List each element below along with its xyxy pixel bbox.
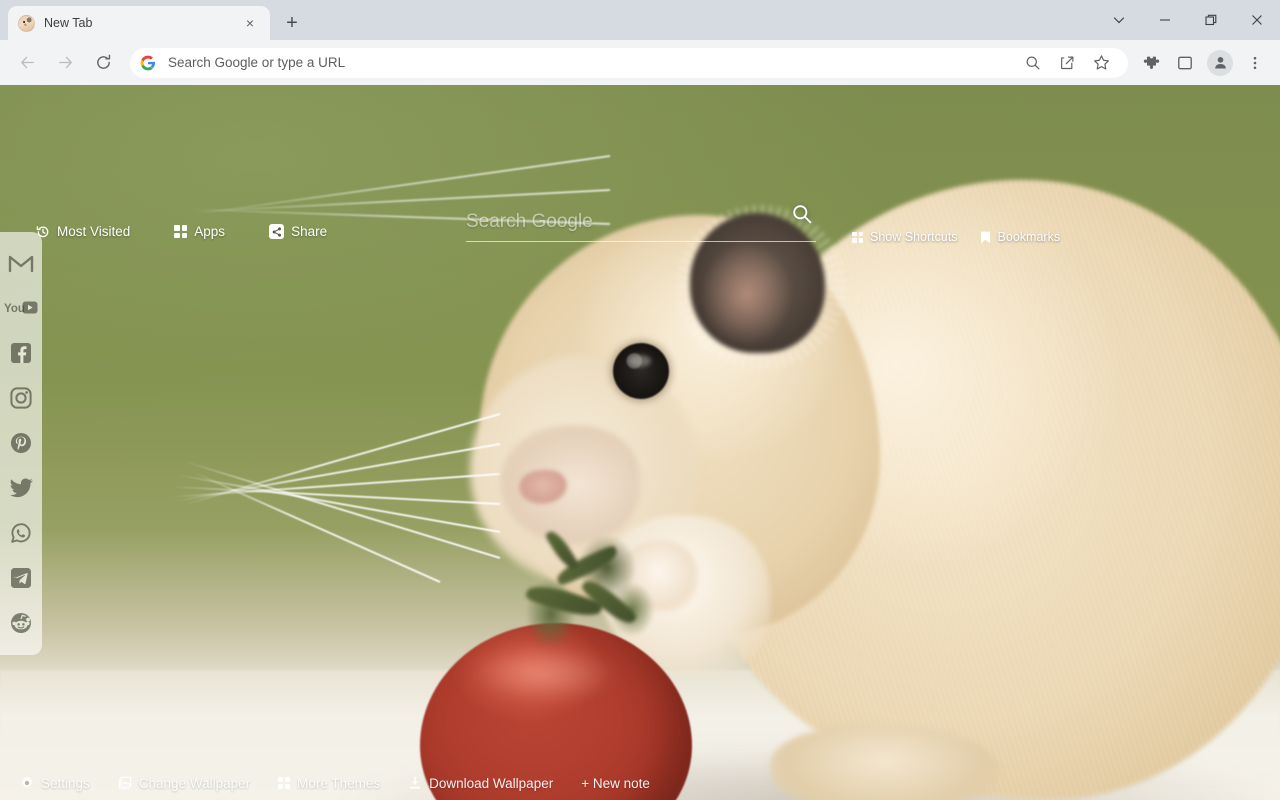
search-icon[interactable] — [1018, 48, 1048, 78]
sidebar-item-instagram[interactable] — [0, 375, 42, 420]
side-panel-icon[interactable] — [1170, 48, 1200, 78]
profile-avatar-icon[interactable] — [1207, 49, 1233, 76]
bottom-link-download-wallpaper[interactable]: Download Wallpaper — [408, 776, 553, 791]
ntp-link-label: Show Shortcuts — [870, 230, 958, 244]
google-g-icon — [140, 55, 156, 70]
bottom-link-more-themes[interactable]: More Themes — [278, 776, 380, 791]
omnibox-actions — [1016, 48, 1118, 78]
ntp-link-label: Most Visited — [57, 224, 131, 239]
wallpaper-image — [0, 85, 1280, 800]
toolbar-right-icons — [1134, 48, 1272, 78]
ntp-link-most-visited[interactable]: Most Visited — [36, 224, 130, 239]
ntp-link-bookmarks[interactable]: Bookmarks — [980, 230, 1061, 244]
grid-apps-icon — [174, 225, 188, 238]
bottom-link-change-wallpaper[interactable]: Change Wallpaper — [118, 776, 250, 791]
grid-icon — [852, 231, 863, 243]
forward-arrow-icon[interactable] — [49, 47, 81, 79]
bottom-link-settings[interactable]: Settings — [20, 776, 90, 791]
bottom-link-label: More Themes — [297, 775, 381, 791]
ntp-bottom-bar: Settings Change Wallpaper More Themes Do… — [0, 766, 1280, 800]
svg-text:You: You — [4, 303, 25, 315]
sidebar-item-telegram[interactable] — [0, 555, 42, 600]
bottom-link-label: Settings — [41, 775, 90, 791]
tab-title: New Tab — [44, 16, 93, 30]
sidebar-item-whatsapp[interactable] — [0, 510, 42, 555]
ntp-top-right-links: Show Shortcuts Bookmarks — [852, 230, 1082, 244]
browser-tab[interactable]: New Tab × — [8, 6, 270, 40]
bookmark-star-icon[interactable] — [1086, 48, 1116, 78]
tomato-highlight — [470, 645, 620, 703]
tab-search-chevron-down-icon[interactable] — [1096, 0, 1142, 40]
close-window-icon[interactable] — [1234, 0, 1280, 40]
browser-window: New Tab × + Search Google or type a URL … — [0, 0, 1280, 800]
new-tab-page: Most Visited Apps Share Search Google Sh… — [0, 85, 1280, 800]
three-dot-menu-icon[interactable] — [1240, 48, 1270, 78]
bottom-link-label: Change Wallpaper — [138, 775, 251, 791]
address-bar[interactable]: Search Google or type a URL — [130, 47, 1128, 78]
sidebar-item-youtube[interactable]: You — [0, 285, 42, 330]
share-icon — [269, 224, 285, 239]
hamster-upper-whiskers — [190, 145, 710, 275]
sidebar-item-reddit[interactable] — [0, 600, 42, 645]
image-icon — [118, 776, 132, 790]
extensions-puzzle-icon[interactable] — [1136, 48, 1166, 78]
bookmark-flag-icon — [980, 231, 991, 244]
ntp-link-label: Share — [291, 224, 328, 239]
address-bar-placeholder: Search Google or type a URL — [168, 55, 346, 70]
tab-strip: New Tab × + — [0, 0, 1280, 40]
close-icon[interactable]: × — [240, 13, 260, 33]
browser-toolbar: Search Google or type a URL — [0, 40, 1280, 85]
back-arrow-icon[interactable] — [11, 47, 43, 79]
ntp-link-apps[interactable]: Apps — [174, 224, 225, 239]
tab-favicon-icon — [18, 14, 35, 32]
new-tab-button[interactable]: + — [278, 9, 306, 37]
window-controls — [1096, 0, 1280, 40]
sidebar-item-facebook[interactable] — [0, 330, 42, 375]
bottom-link-label: Download Wallpaper — [429, 775, 554, 791]
sidebar-item-gmail[interactable] — [0, 240, 42, 285]
tomato-stem — [520, 527, 660, 647]
magnifier-icon[interactable] — [791, 203, 813, 230]
maximize-restore-icon[interactable] — [1188, 0, 1234, 40]
ntp-link-label: Apps — [194, 224, 226, 239]
download-icon — [408, 776, 422, 790]
ntp-link-share[interactable]: Share — [269, 224, 327, 239]
gear-icon — [20, 776, 34, 790]
sidebar-item-twitter[interactable] — [0, 465, 42, 510]
sidebar-item-pinterest[interactable] — [0, 420, 42, 465]
hamster-eye — [613, 343, 669, 399]
ntp-search-underline — [466, 241, 816, 242]
grid-icon — [278, 777, 291, 789]
ntp-link-show-shortcuts[interactable]: Show Shortcuts — [852, 230, 958, 244]
share-icon[interactable] — [1052, 48, 1082, 78]
bottom-link-label: + New note — [581, 775, 650, 791]
ntp-top-left-links: Most Visited Apps Share — [36, 224, 371, 239]
ntp-link-label: Bookmarks — [997, 230, 1061, 244]
bottom-link-new-note[interactable]: + New note — [581, 776, 650, 791]
ntp-search[interactable]: Search Google — [466, 205, 816, 242]
minimize-icon[interactable] — [1142, 0, 1188, 40]
social-sidebar: You — [0, 232, 42, 655]
reload-icon[interactable] — [87, 47, 119, 79]
ntp-search-input[interactable]: Search Google — [466, 211, 816, 241]
